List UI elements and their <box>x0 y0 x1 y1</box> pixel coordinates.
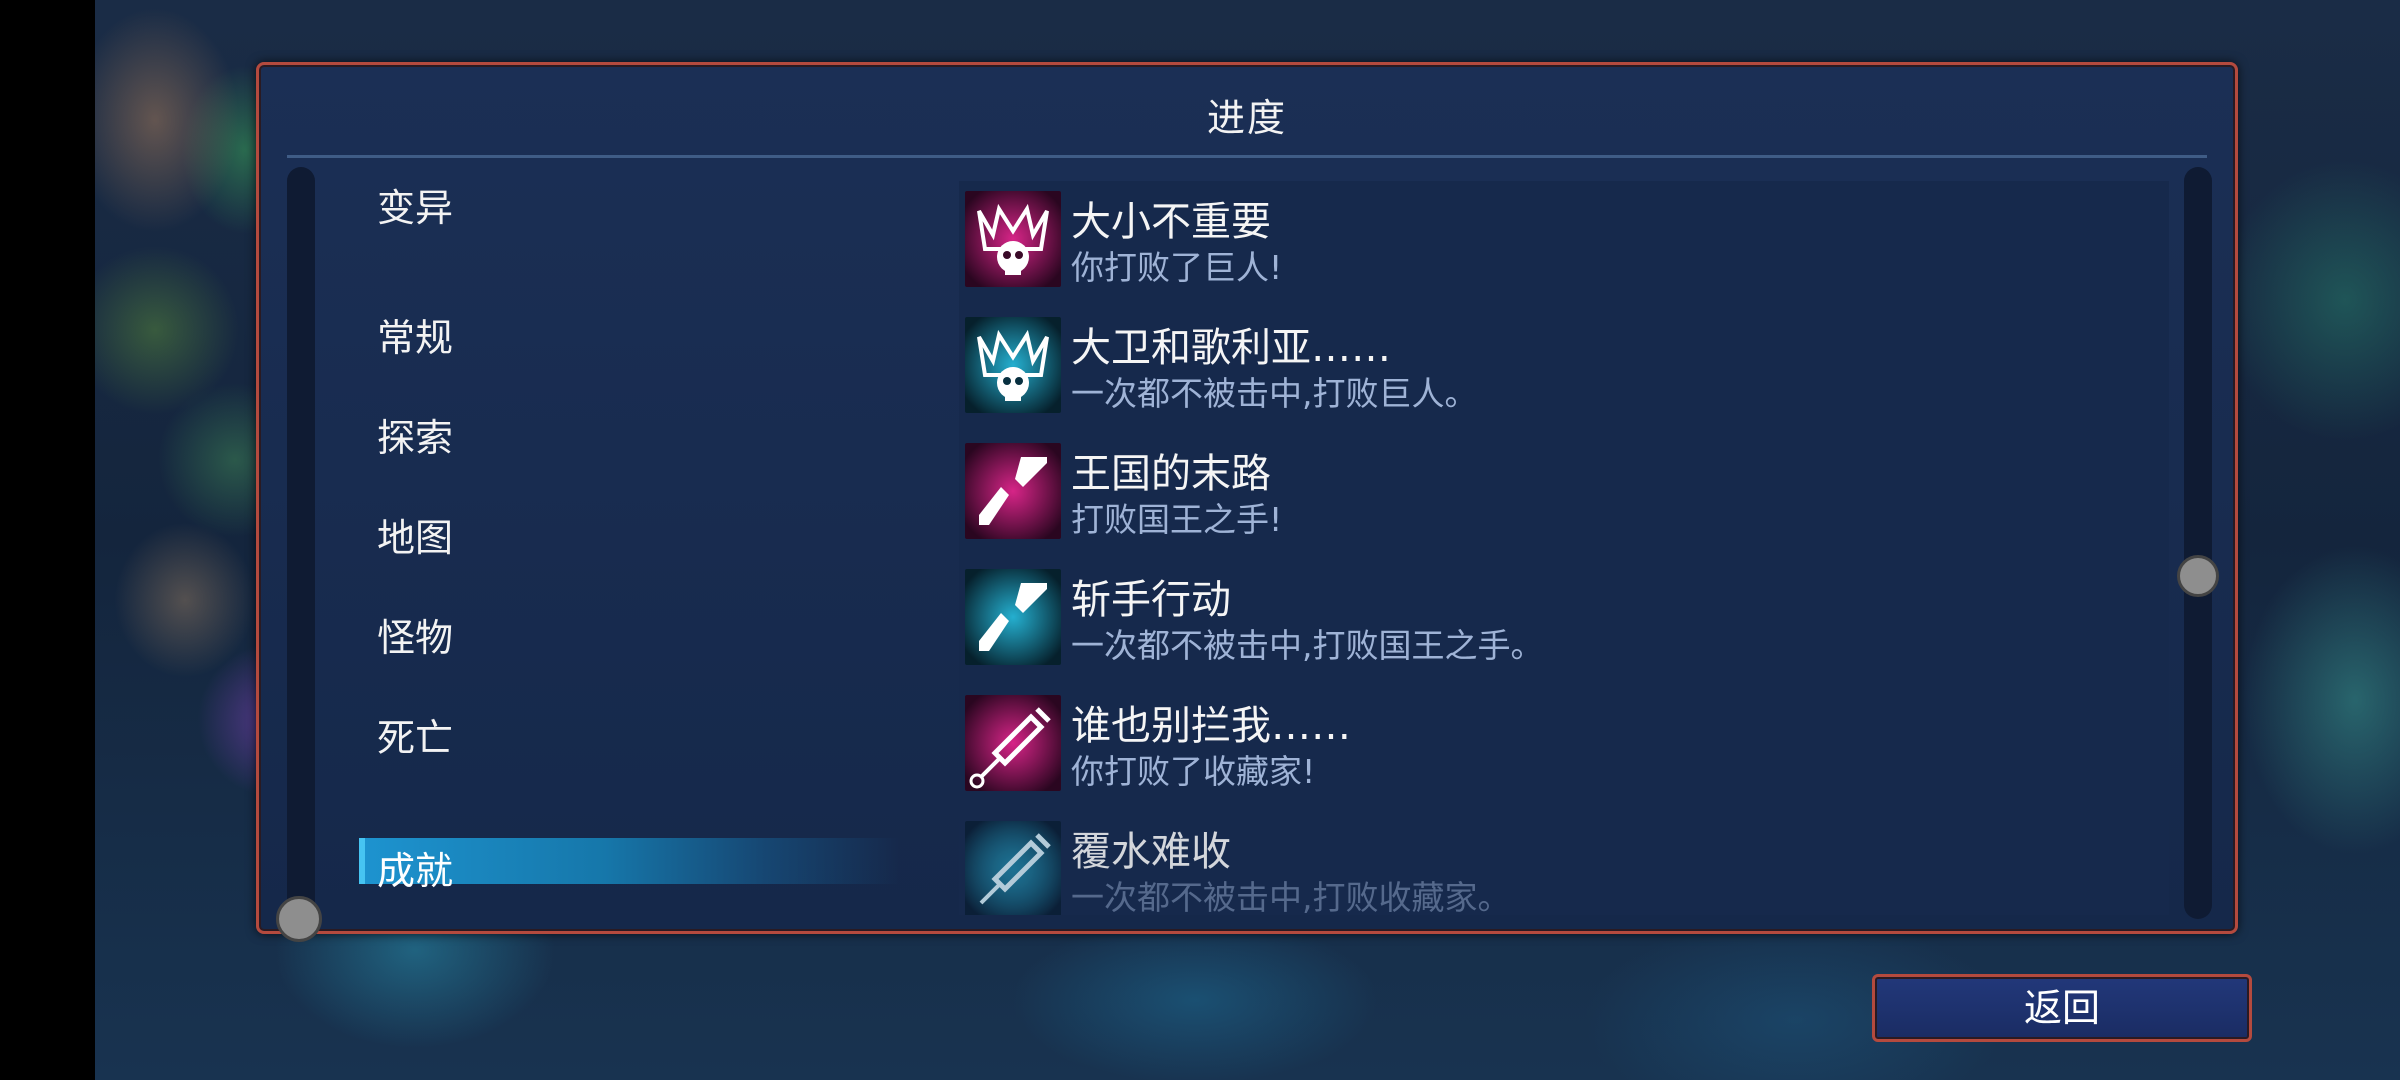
category-exploration[interactable]: 探索 <box>377 407 453 462</box>
category-general[interactable]: 常规 <box>377 307 453 362</box>
skull-crown-icon <box>965 191 1061 287</box>
category-deaths[interactable]: 死亡 <box>377 707 453 762</box>
achievement-row[interactable]: 王国的末路 打败国王之手! <box>965 433 2155 539</box>
achievement-name: 大小不重要 <box>1071 199 1271 245</box>
achievement-row[interactable]: 斩手行动 一次都不被击中,打败国王之手。 <box>965 559 2155 665</box>
progress-panel: 进度 变异 常规 探索 地图 怪物 死亡 成就 大小不重要 你打败了巨人! 大卫… <box>256 62 2238 934</box>
achievement-row[interactable]: 谁也别拦我…… 你打败了收藏家! <box>965 685 2155 791</box>
category-achievements-label: 成就 <box>377 849 454 893</box>
achievement-desc: 你打败了收藏家! <box>1071 752 1316 791</box>
skull-crown-icon <box>965 317 1061 413</box>
achievement-name: 谁也别拦我…… <box>1071 703 1351 749</box>
list-scrollbar-track[interactable] <box>2184 167 2212 919</box>
sidebar-scrollbar-knob[interactable] <box>276 896 322 942</box>
back-button[interactable]: 返回 <box>1872 974 2252 1042</box>
category-achievements[interactable]: 成就 <box>359 838 899 893</box>
broken-blade-icon <box>965 443 1061 539</box>
achievement-name: 王国的末路 <box>1071 451 1271 497</box>
achievement-desc: 打败国王之手! <box>1071 500 1283 539</box>
achievement-name: 斩手行动 <box>1071 577 1231 623</box>
achievement-row[interactable]: 大卫和歌利亚…… 一次都不被击中,打败巨人。 <box>965 307 2155 413</box>
achievement-list[interactable]: 大小不重要 你打败了巨人! 大卫和歌利亚…… 一次都不被击中,打败巨人。 王国的… <box>959 181 2169 915</box>
panel-title: 进度 <box>1206 96 1287 140</box>
achievement-desc: 一次都不被击中,打败国王之手。 <box>1071 626 1544 665</box>
sidebar-scrollbar-track[interactable] <box>287 167 315 919</box>
achievement-row[interactable]: 大小不重要 你打败了巨人! <box>965 181 2155 287</box>
achievement-desc: 一次都不被击中,打败巨人。 <box>1071 374 1478 413</box>
syringe-icon <box>965 695 1061 791</box>
broken-blade-icon <box>965 569 1061 665</box>
syringe-icon <box>965 821 1061 915</box>
title-divider <box>287 155 2207 158</box>
achievement-name: 覆水难收 <box>1071 829 1231 875</box>
achievement-desc: 一次都不被击中,打败收藏家。 <box>1071 878 1511 915</box>
achievement-name: 大卫和歌利亚…… <box>1071 325 1391 371</box>
category-monsters[interactable]: 怪物 <box>377 607 453 662</box>
list-scrollbar-knob[interactable] <box>2177 555 2219 597</box>
category-map[interactable]: 地图 <box>377 507 453 562</box>
achievement-row[interactable]: 覆水难收 一次都不被击中,打败收藏家。 <box>965 811 2155 915</box>
achievement-desc: 你打败了巨人! <box>1071 248 1283 287</box>
category-mutations[interactable]: 变异 <box>377 177 453 232</box>
